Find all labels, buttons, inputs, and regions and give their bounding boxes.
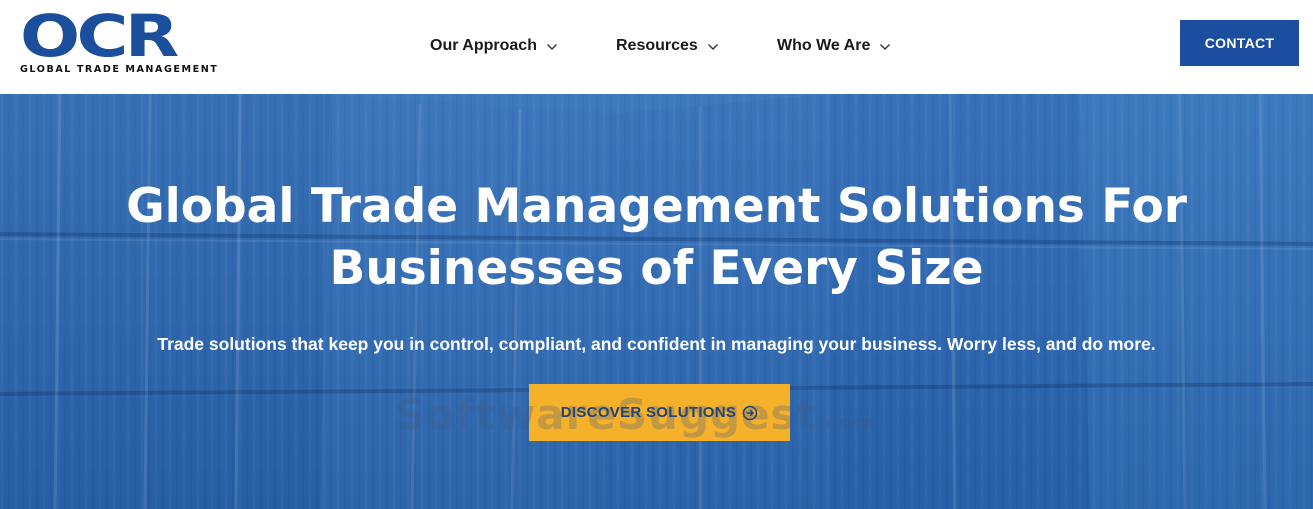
contact-button[interactable]: CONTACT xyxy=(1180,20,1299,66)
hero-section: Global Trade Management Solutions For Bu… xyxy=(0,94,1313,509)
ocr-logo[interactable]: OCR GLOBAL TRADE MANAGEMENT xyxy=(20,2,222,76)
nav-item-label: Our Approach xyxy=(430,37,537,54)
nav-item-label: Who We Are xyxy=(777,37,871,54)
chevron-down-icon xyxy=(546,44,557,50)
chevron-down-icon xyxy=(880,44,891,50)
chevron-down-icon xyxy=(707,44,718,50)
hero-title: Global Trade Management Solutions For Bu… xyxy=(0,176,1313,300)
site-header: OCR GLOBAL TRADE MANAGEMENT Our Approach… xyxy=(0,0,1313,94)
hero-subtitle: Trade solutions that keep you in control… xyxy=(157,334,1156,354)
logo-tagline: GLOBAL TRADE MANAGEMENT xyxy=(20,64,219,75)
shipping-containers-background xyxy=(0,94,1313,509)
nav-item-resources[interactable]: Resources xyxy=(616,35,719,57)
arrow-circle-right-icon xyxy=(742,405,758,420)
hero-title-line-1: Global Trade Management Solutions For xyxy=(126,179,1187,234)
nav-item-our-approach[interactable]: Our Approach xyxy=(430,35,558,57)
logo-mark: OCR xyxy=(20,2,179,70)
discover-solutions-label: DISCOVER SOLUTIONS xyxy=(560,404,737,421)
hero-title-line-2: Businesses of Every Size xyxy=(329,241,984,296)
nav-item-label: Resources xyxy=(616,37,698,54)
nav-item-who-we-are[interactable]: Who We Are xyxy=(777,35,891,57)
discover-solutions-button[interactable]: DISCOVER SOLUTIONS xyxy=(529,384,790,441)
